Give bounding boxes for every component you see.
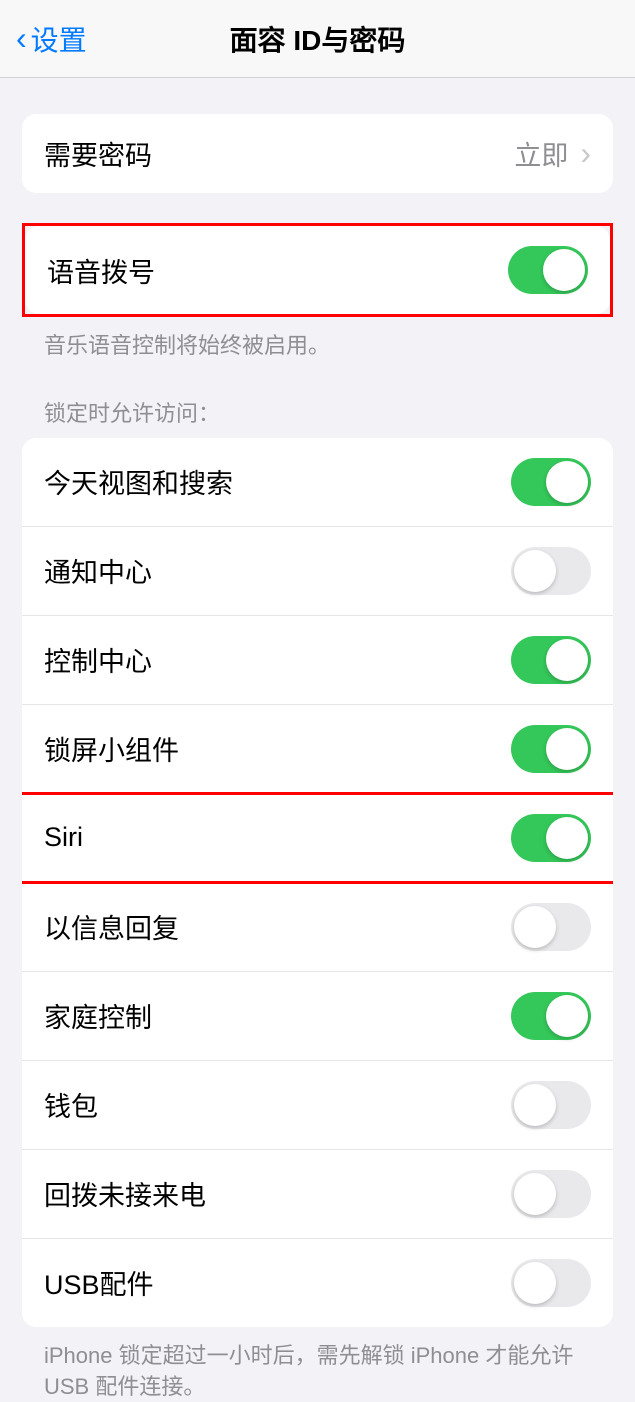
voice-dial-group: 语音拨号 <box>25 226 610 314</box>
lock-screen-widgets-toggle[interactable] <box>511 725 591 773</box>
voice-dial-toggle[interactable] <box>508 246 588 294</box>
usb-accessories-row: USB配件 <box>22 1238 613 1327</box>
require-passcode-row[interactable]: 需要密码 立即 › <box>22 114 613 193</box>
notification-center-toggle[interactable] <box>511 547 591 595</box>
today-view-label: 今天视图和搜索 <box>44 462 233 501</box>
passcode-group: 需要密码 立即 › <box>22 114 613 193</box>
usb-footer: iPhone 锁定超过一小时后，需先解锁 iPhone 才能允许USB 配件连接… <box>22 1327 613 1402</box>
wallet-label: 钱包 <box>44 1085 98 1124</box>
control-center-row: 控制中心 <box>22 615 613 704</box>
voice-dial-row: 语音拨号 <box>25 226 610 314</box>
usb-accessories-label: USB配件 <box>44 1263 154 1302</box>
siri-toggle[interactable] <box>511 814 591 862</box>
siri-row: Siri <box>22 793 613 882</box>
control-center-toggle[interactable] <box>511 636 591 684</box>
lock-screen-widgets-row: 锁屏小组件 <box>22 704 613 793</box>
highlight-voice-dial: 语音拨号 <box>22 223 613 317</box>
control-center-label: 控制中心 <box>44 640 152 679</box>
reply-message-toggle[interactable] <box>511 903 591 951</box>
reply-message-row: 以信息回复 <box>22 882 613 971</box>
return-calls-label: 回拨未接来电 <box>44 1174 206 1213</box>
chevron-left-icon: ‹ <box>16 20 27 57</box>
notification-center-row: 通知中心 <box>22 526 613 615</box>
lock-screen-widgets-label: 锁屏小组件 <box>44 729 179 768</box>
wallet-row: 钱包 <box>22 1060 613 1149</box>
page-title: 面容 ID与密码 <box>230 19 406 59</box>
lock-section-header: 锁定时允许访问： <box>22 362 613 438</box>
reply-message-label: 以信息回复 <box>44 907 179 946</box>
require-passcode-label: 需要密码 <box>44 134 152 173</box>
usb-accessories-toggle[interactable] <box>511 1259 591 1307</box>
back-label: 设置 <box>31 19 87 59</box>
return-calls-row: 回拨未接来电 <box>22 1149 613 1238</box>
lock-access-group: 今天视图和搜索 通知中心 控制中心 锁屏小组件 Siri 以信息回复 家庭控制 <box>22 438 613 1327</box>
return-calls-toggle[interactable] <box>511 1170 591 1218</box>
siri-label: Siri <box>44 822 83 853</box>
wallet-toggle[interactable] <box>511 1081 591 1129</box>
notification-center-label: 通知中心 <box>44 551 152 590</box>
header: ‹ 设置 面容 ID与密码 <box>0 0 635 78</box>
home-control-toggle[interactable] <box>511 992 591 1040</box>
home-control-label: 家庭控制 <box>44 996 152 1035</box>
chevron-right-icon: › <box>580 135 591 172</box>
today-view-toggle[interactable] <box>511 458 591 506</box>
voice-dial-label: 语音拨号 <box>47 251 155 290</box>
require-passcode-value: 立即 › <box>514 134 591 173</box>
toggle-knob <box>543 249 585 291</box>
voice-dial-footer: 音乐语音控制将始终被启用。 <box>22 317 613 362</box>
today-view-row: 今天视图和搜索 <box>22 438 613 526</box>
home-control-row: 家庭控制 <box>22 971 613 1060</box>
back-button[interactable]: ‹ 设置 <box>16 19 87 59</box>
